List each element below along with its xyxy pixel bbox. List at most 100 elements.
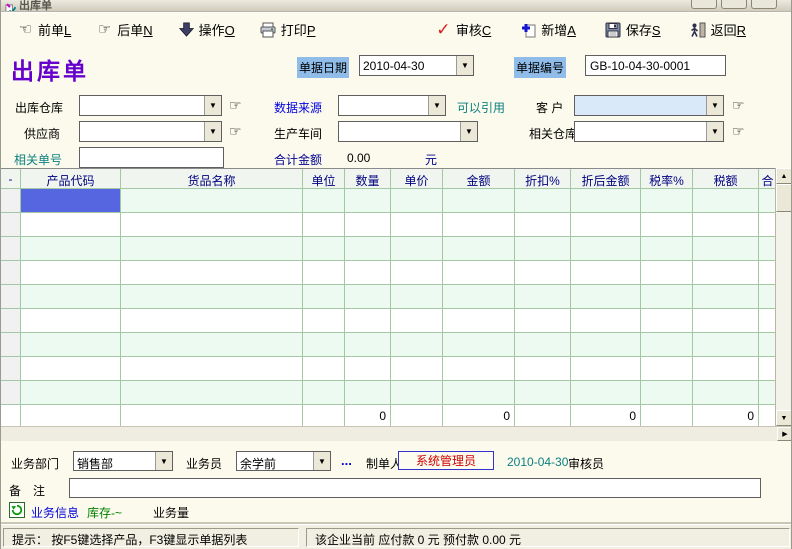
grid-cell[interactable] — [121, 237, 303, 261]
maximize-button[interactable] — [721, 0, 747, 9]
toolbar-button-N[interactable]: ☞后单N — [93, 18, 155, 41]
grid-cell[interactable] — [443, 357, 515, 381]
vertical-scrollbar[interactable]: ▲ ▼ — [775, 168, 791, 426]
grid-cell[interactable] — [515, 237, 571, 261]
grid-cell[interactable] — [641, 261, 693, 285]
grid-cell[interactable] — [515, 357, 571, 381]
chevron-down-icon[interactable]: ▼ — [155, 452, 172, 470]
grid-cell[interactable] — [391, 333, 443, 357]
chevron-down-icon[interactable]: ▼ — [204, 122, 221, 141]
toolbar-button-O[interactable]: 操作O — [175, 18, 238, 41]
grid-cell[interactable] — [515, 285, 571, 309]
grid-cell[interactable] — [641, 237, 693, 261]
toolbar-button-L[interactable]: ☜前单L — [14, 18, 74, 41]
grid-cell[interactable] — [21, 381, 121, 405]
grid-cell[interactable] — [641, 357, 693, 381]
warehouse-lookup-hand-icon[interactable]: ☞ — [229, 95, 242, 115]
grid-cell[interactable] — [443, 333, 515, 357]
grid-cell[interactable] — [693, 285, 759, 309]
grid-cell[interactable] — [693, 333, 759, 357]
toolbar-button-R[interactable]: 返回R — [687, 18, 749, 41]
grid-cell[interactable] — [121, 381, 303, 405]
grid-cell[interactable] — [345, 237, 391, 261]
grid-cell[interactable] — [515, 333, 571, 357]
vertical-scrollbar-thumb[interactable] — [776, 184, 792, 212]
grid-cell[interactable] — [121, 261, 303, 285]
grid-cell[interactable] — [391, 309, 443, 333]
toolbar-button-P[interactable]: 打印P — [257, 18, 319, 41]
grid-cell[interactable] — [693, 261, 759, 285]
horizontal-scrollbar[interactable]: ▶ — [1, 426, 792, 441]
grid-cell[interactable] — [21, 261, 121, 285]
grid-cell[interactable] — [21, 309, 121, 333]
chevron-down-icon[interactable]: ▼ — [706, 96, 723, 115]
grid-cell[interactable] — [515, 309, 571, 333]
grid-cell[interactable] — [443, 309, 515, 333]
grid-cell[interactable] — [121, 333, 303, 357]
grid-cell[interactable] — [345, 381, 391, 405]
grid-cell[interactable] — [303, 189, 345, 213]
related-warehouse-combobox[interactable]: ▼ — [574, 121, 724, 142]
toolbar-button-S[interactable]: 保存S — [602, 18, 664, 41]
chevron-down-icon[interactable]: ▼ — [204, 96, 221, 115]
grid-cell[interactable] — [121, 357, 303, 381]
chevron-down-icon[interactable]: ▼ — [456, 56, 473, 75]
grid-cell[interactable] — [443, 261, 515, 285]
grid-cell[interactable] — [303, 357, 345, 381]
grid-cell[interactable] — [303, 237, 345, 261]
grid-cell[interactable] — [21, 357, 121, 381]
chevron-down-icon[interactable]: ▼ — [460, 122, 477, 141]
grid-cell[interactable] — [571, 357, 641, 381]
scroll-up-icon[interactable]: ▲ — [776, 168, 792, 184]
grid-cell[interactable] — [571, 237, 641, 261]
grid-cell[interactable] — [391, 381, 443, 405]
department-combobox[interactable]: 销售部 ▼ — [73, 451, 173, 471]
grid-cell[interactable] — [641, 381, 693, 405]
grid-cell[interactable] — [443, 381, 515, 405]
customer-combobox[interactable]: ▼ — [574, 95, 724, 116]
clerk-combobox[interactable]: 余学前 ▼ — [236, 451, 331, 471]
order-number-field[interactable]: GB-10-04-30-0001 — [585, 55, 726, 76]
grid-cell[interactable] — [303, 213, 345, 237]
workshop-combobox[interactable]: ▼ — [338, 121, 478, 142]
grid-cell[interactable] — [693, 309, 759, 333]
grid-cell[interactable] — [571, 213, 641, 237]
toolbar-button-C[interactable]: ✓审核C — [432, 18, 494, 41]
grid-cell[interactable] — [391, 237, 443, 261]
close-button[interactable] — [751, 0, 777, 9]
business-info-label[interactable]: 业务信息 — [31, 504, 79, 521]
grid-cell[interactable] — [515, 381, 571, 405]
grid-cell[interactable] — [391, 285, 443, 309]
grid-cell[interactable] — [515, 261, 571, 285]
grid-cell[interactable] — [641, 189, 693, 213]
grid-cell[interactable] — [571, 285, 641, 309]
refresh-icon[interactable] — [9, 502, 25, 518]
toolbar-button-A[interactable]: 新增A — [517, 18, 579, 41]
grid-cell[interactable] — [443, 189, 515, 213]
grid-cell[interactable] — [303, 285, 345, 309]
grid-cell[interactable] — [345, 189, 391, 213]
data-source-combobox[interactable]: ▼ — [338, 95, 446, 116]
grid-cell[interactable] — [391, 357, 443, 381]
related-warehouse-lookup-hand-icon[interactable]: ☞ — [732, 121, 745, 141]
chevron-down-icon[interactable]: ▼ — [706, 122, 723, 141]
scroll-right-icon[interactable]: ▶ — [777, 427, 792, 441]
grid-cell[interactable] — [641, 333, 693, 357]
date-combobox[interactable]: 2010-04-30 ▼ — [359, 55, 474, 76]
grid-cell[interactable] — [121, 285, 303, 309]
grid-cell[interactable] — [345, 357, 391, 381]
grid-cell[interactable] — [303, 309, 345, 333]
chevron-down-icon[interactable]: ▼ — [428, 96, 445, 115]
customer-lookup-hand-icon[interactable]: ☞ — [732, 95, 745, 115]
grid-cell[interactable] — [21, 333, 121, 357]
grid-cell[interactable] — [303, 333, 345, 357]
grid-cell[interactable] — [693, 357, 759, 381]
grid-cell[interactable] — [121, 213, 303, 237]
grid-cell[interactable] — [121, 309, 303, 333]
grid-cell-selected[interactable] — [21, 189, 121, 213]
grid-cell[interactable] — [345, 309, 391, 333]
grid-cell[interactable] — [693, 189, 759, 213]
grid-cell[interactable] — [443, 285, 515, 309]
minimize-button[interactable] — [691, 0, 717, 9]
grid-cell[interactable] — [641, 285, 693, 309]
